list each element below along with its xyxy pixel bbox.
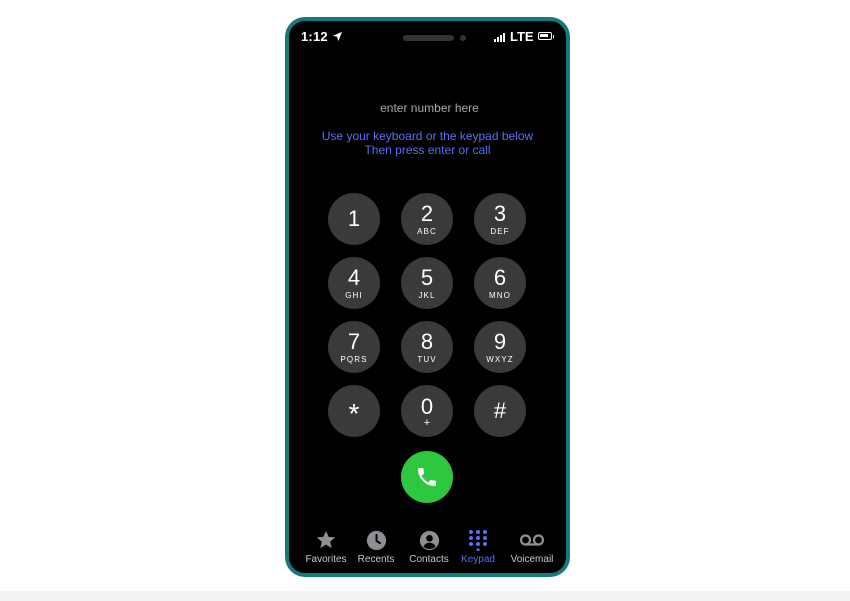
tab-label: Favorites: [305, 554, 347, 565]
tab-favorites[interactable]: Favorites: [301, 529, 351, 569]
tab-label: Voicemail: [510, 554, 554, 565]
key-letters: +: [423, 416, 431, 429]
key-digit: 4: [347, 264, 361, 290]
key-7[interactable]: 7 PQRS: [328, 321, 380, 373]
key-8[interactable]: 8 TUV: [401, 321, 453, 373]
tab-bar: Favorites Recents Contacts Keypad Voicem…: [289, 529, 566, 569]
status-time: 1:12: [301, 29, 328, 44]
key-2[interactable]: 2 ABC: [401, 193, 453, 245]
key-digit: *: [348, 398, 360, 429]
star-icon: [316, 530, 336, 549]
key-4[interactable]: 4 GHI: [328, 257, 380, 309]
call-button[interactable]: [401, 451, 453, 503]
camera-dot: [460, 35, 466, 41]
key-hash[interactable]: #: [474, 385, 526, 437]
phone-icon: [418, 468, 436, 486]
key-digit: 8: [420, 328, 434, 354]
key-1[interactable]: 1: [328, 193, 380, 245]
clock-icon: [366, 530, 386, 550]
tab-label: Contacts: [409, 554, 449, 565]
tab-label: Recents: [357, 554, 395, 565]
instruction-line-2: Then press enter or call: [364, 143, 491, 157]
tab-keypad[interactable]: Keypad: [458, 529, 498, 569]
key-digit: 3: [493, 200, 507, 226]
phone-frame: 1:12 LTE Use your keyboard or the keypad…: [285, 17, 570, 577]
dialer-instructions: Use your keyboard or the keypad below Th…: [289, 129, 566, 157]
key-5[interactable]: 5 JKL: [401, 257, 453, 309]
key-digit: 0: [420, 393, 434, 419]
contact-icon: [419, 530, 439, 550]
instruction-line-1: Use your keyboard or the keypad below: [321, 129, 534, 143]
battery-icon: [538, 32, 554, 40]
page-bottom-strip: [0, 591, 850, 601]
key-letters: JKL: [418, 290, 436, 300]
key-digit: 1: [347, 206, 361, 231]
tab-recents[interactable]: Recents: [353, 529, 399, 569]
key-digit: 6: [493, 264, 507, 290]
key-digit: #: [493, 398, 507, 423]
location-arrow-icon: [332, 31, 343, 42]
signal-strength-icon: [494, 32, 508, 42]
tab-label: Keypad: [461, 554, 495, 565]
key-letters: ABC: [417, 226, 437, 236]
key-0[interactable]: 0 +: [401, 385, 453, 437]
key-digit: 5: [420, 264, 434, 290]
key-letters: GHI: [345, 290, 363, 300]
phone-number-input[interactable]: [309, 97, 550, 119]
key-6[interactable]: 6 MNO: [474, 257, 526, 309]
key-letters: MNO: [489, 290, 511, 300]
key-star[interactable]: *: [328, 385, 380, 437]
key-letters: PQRS: [340, 354, 368, 364]
key-letters: WXYZ: [486, 354, 514, 364]
tab-contacts[interactable]: Contacts: [404, 529, 454, 569]
key-3[interactable]: 3 DEF: [474, 193, 526, 245]
speaker-notch: [403, 35, 454, 41]
key-digit: 7: [347, 328, 361, 354]
voicemail-icon: [519, 534, 545, 546]
keypad-icon: [469, 530, 487, 551]
key-digit: 2: [420, 200, 434, 226]
key-letters: DEF: [490, 226, 510, 236]
key-9[interactable]: 9 WXYZ: [474, 321, 526, 373]
key-digit: 9: [493, 328, 507, 354]
tab-voicemail[interactable]: Voicemail: [507, 529, 557, 569]
key-letters: TUV: [417, 354, 437, 364]
network-type-label: LTE: [510, 29, 534, 44]
